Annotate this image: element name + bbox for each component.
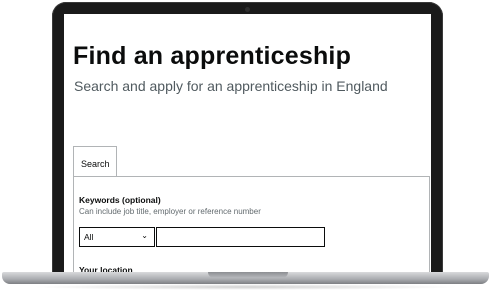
category-select-value: All bbox=[84, 232, 94, 242]
laptop-shadow bbox=[30, 284, 461, 290]
page-title: Find an apprenticeship bbox=[73, 42, 352, 70]
page-subtitle: Search and apply for an apprenticeship i… bbox=[74, 78, 388, 94]
category-select[interactable]: All ⌄ bbox=[79, 227, 155, 247]
keywords-hint: Can include job title, employer or refer… bbox=[79, 207, 261, 216]
search-panel bbox=[73, 176, 430, 276]
camera-icon bbox=[245, 7, 250, 12]
chevron-down-icon: ⌄ bbox=[141, 231, 148, 240]
laptop-notch bbox=[208, 272, 288, 278]
browser-viewport: Find an apprenticeship Search and apply … bbox=[64, 14, 431, 276]
tab-search[interactable]: Search bbox=[73, 146, 117, 176]
keywords-label: Keywords (optional) bbox=[79, 195, 161, 205]
keywords-input[interactable] bbox=[156, 227, 325, 247]
